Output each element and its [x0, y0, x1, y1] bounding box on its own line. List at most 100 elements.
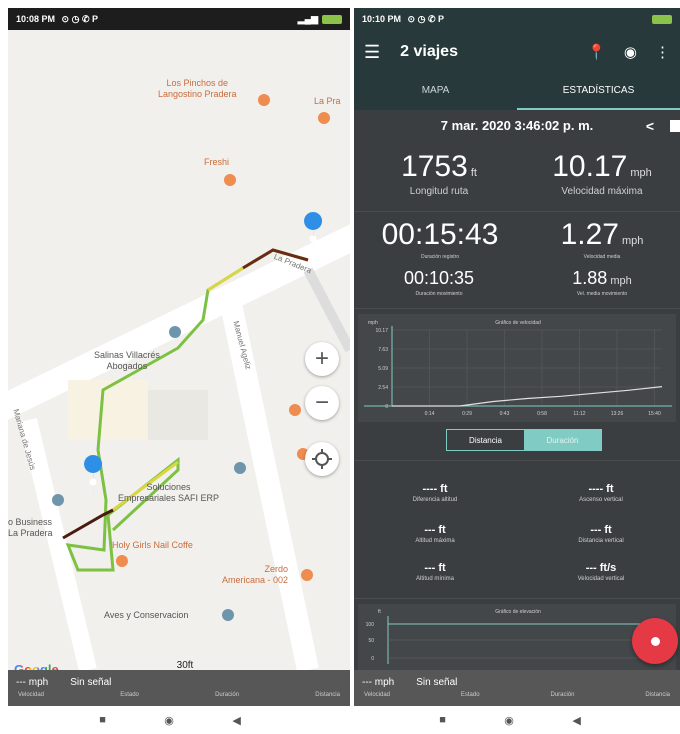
signal-icon: ▂▄▆: [297, 13, 318, 24]
poi-pin[interactable]: [234, 462, 246, 474]
speed-xtick: 0:29: [462, 411, 472, 417]
poi-business[interactable]: o Business La Pradera: [8, 517, 53, 539]
bottom-label: Duración: [215, 692, 240, 698]
poi-pin[interactable]: [169, 326, 181, 338]
trip-date-text: 7 mar. 2020 3:46:02 p. m.: [440, 118, 594, 133]
stat-unit: mph: [621, 235, 644, 247]
stat-label: Ascenso vertical: [579, 497, 623, 503]
stat-label: Longitud ruta: [409, 186, 469, 197]
record-icon: [650, 636, 660, 646]
record-button[interactable]: [632, 618, 678, 664]
toggle-distance[interactable]: Distancia: [447, 430, 524, 450]
stat-unit: ft: [470, 167, 477, 179]
location-pin-icon[interactable]: 📍: [587, 43, 606, 61]
stat-value: 1.88: [572, 268, 608, 288]
status-icons: ⊙ ◷ ✆ P: [61, 13, 98, 24]
system-nav-bar: ■ ◉ ◀ ■ ◉ ◀: [0, 706, 680, 734]
recents-icon[interactable]: ■: [99, 714, 106, 726]
my-location-button[interactable]: [305, 442, 339, 476]
speed-ytick: 2.54: [378, 385, 388, 391]
poi-freshi[interactable]: Freshi: [204, 157, 229, 168]
zoom-out-button[interactable]: −: [305, 386, 339, 420]
speed-ytick: 5.09: [378, 366, 388, 372]
speed-xtick: 0:43: [500, 411, 510, 417]
toggle-duration[interactable]: Duración: [524, 430, 601, 450]
poi-pin[interactable]: [116, 555, 128, 567]
poi-pin[interactable]: [318, 112, 330, 124]
poi-soluciones[interactable]: Soluciones Empresariales SAFI ERP: [118, 482, 219, 504]
more-vert-icon[interactable]: ⋮: [655, 43, 670, 61]
elev-ytick: 0: [371, 656, 374, 662]
tab-estadisticas[interactable]: ESTADÍSTICAS: [517, 74, 680, 110]
status-time: 10:10 PM: [362, 13, 402, 24]
recents-icon[interactable]: ■: [439, 714, 446, 726]
poi-pinchos[interactable]: Los Pinchos de Langostino Pradera: [158, 78, 237, 100]
stat-value: --- ft: [590, 524, 612, 536]
menu-icon[interactable]: ☰: [364, 42, 380, 63]
speed-chart-svg: Gráfico de velocidad mph 10.17 7.63 5.09 2.54…: [364, 320, 672, 417]
stat-value: --- ft/s: [585, 562, 617, 574]
marker-dot: [89, 478, 97, 486]
elev-ytick: 50: [368, 638, 374, 644]
stat-value: 1753: [401, 150, 468, 183]
google-logo: Google: [14, 662, 59, 670]
elevation-chart-svg: Gráfico de elevación ft 100 50 0: [366, 609, 658, 664]
elevation-chart[interactable]: Gráfico de elevación ft 100 50 0: [358, 604, 676, 670]
divider: [354, 460, 680, 461]
poi-salinas[interactable]: Salinas Villacrés Abogados: [94, 350, 160, 372]
poi-lapra[interactable]: La Pra: [314, 96, 341, 107]
poi-pin[interactable]: [289, 404, 301, 416]
back-icon[interactable]: ◀: [572, 714, 580, 727]
poi-pin[interactable]: [224, 174, 236, 186]
back-icon[interactable]: ◀: [232, 714, 240, 727]
elev-ytick: 100: [366, 622, 375, 628]
speed-series-line: [392, 386, 663, 407]
home-icon[interactable]: ◉: [164, 714, 174, 727]
stat-unit: mph: [630, 167, 652, 179]
stat-label: Velocidad media: [583, 254, 621, 260]
status-bar: 10:10 PM ⊙ ◷ ✆ P: [354, 8, 680, 30]
road-connector: [303, 267, 350, 353]
stat-label: Velocidad máxima: [561, 186, 643, 197]
status-icons: ⊙ ◷ ✆ P: [407, 13, 444, 24]
speed-xtick: 15:40: [648, 411, 661, 417]
speed-xtick: 11:12: [573, 411, 585, 417]
speed-chart[interactable]: Gráfico de velocidad mph 10.17 7.63 5.09 2.54…: [358, 314, 676, 422]
home-icon[interactable]: ◉: [504, 714, 514, 727]
marker-dot: [309, 235, 317, 243]
zoom-in-button[interactable]: +: [305, 342, 339, 376]
chart-mode-toggle[interactable]: Distancia Duración: [446, 429, 602, 451]
stat-value: 1.27: [560, 218, 619, 251]
poi-pin[interactable]: [258, 94, 270, 106]
bottom-label: Estado: [460, 692, 480, 698]
share-icon[interactable]: <: [646, 118, 654, 134]
stat-unit: mph: [610, 275, 632, 287]
poi-zerdo[interactable]: Zerdo Americana - 002: [222, 564, 288, 586]
map-scale: 30ft: [168, 660, 202, 670]
trip-date: 7 mar. 2020 3:46:02 p. m. <: [354, 118, 680, 134]
stat-label: Duración registro: [420, 254, 460, 260]
elev-chart-title: Gráfico de elevación: [495, 609, 541, 615]
bottom-info-bar: --- mph Sin señal Velocidad Estado Durac…: [354, 670, 680, 706]
stats-screen: 10:10 PM ⊙ ◷ ✆ P ☰ 2 viajes 📍 ◉ ⋮ MAPA E…: [354, 8, 680, 706]
divider: [354, 308, 680, 309]
scale-label: 30ft: [176, 660, 194, 670]
divider: [354, 211, 680, 212]
bottom-label: Duración: [550, 692, 575, 698]
poi-pin[interactable]: [52, 494, 64, 506]
eye-icon[interactable]: ◉: [624, 43, 637, 61]
crosshair-icon: [312, 449, 332, 469]
map-view[interactable]: Los Pinchos de Langostino Pradera La Pra…: [8, 30, 350, 670]
poi-aves[interactable]: Aves y Conservacion: [104, 610, 188, 621]
tab-mapa[interactable]: MAPA: [354, 74, 517, 110]
speed-ytick: 7.63: [378, 347, 388, 353]
poi-pin[interactable]: [301, 569, 313, 581]
route-start-marker[interactable]: [84, 455, 103, 498]
poi-pin[interactable]: [222, 609, 234, 621]
bottom-info-bar: --- mph Sin señal Velocidad Estado Durac…: [8, 670, 350, 706]
poi-holygirls[interactable]: Holy Girls Nail Coffe: [112, 540, 193, 551]
status-bar: 10:08 PM ⊙ ◷ ✆ P ▂▄▆: [8, 8, 350, 30]
speed-chart-ylabel: mph: [368, 320, 378, 326]
camera-icon[interactable]: [670, 120, 680, 132]
status-time: 10:08 PM: [16, 13, 56, 24]
